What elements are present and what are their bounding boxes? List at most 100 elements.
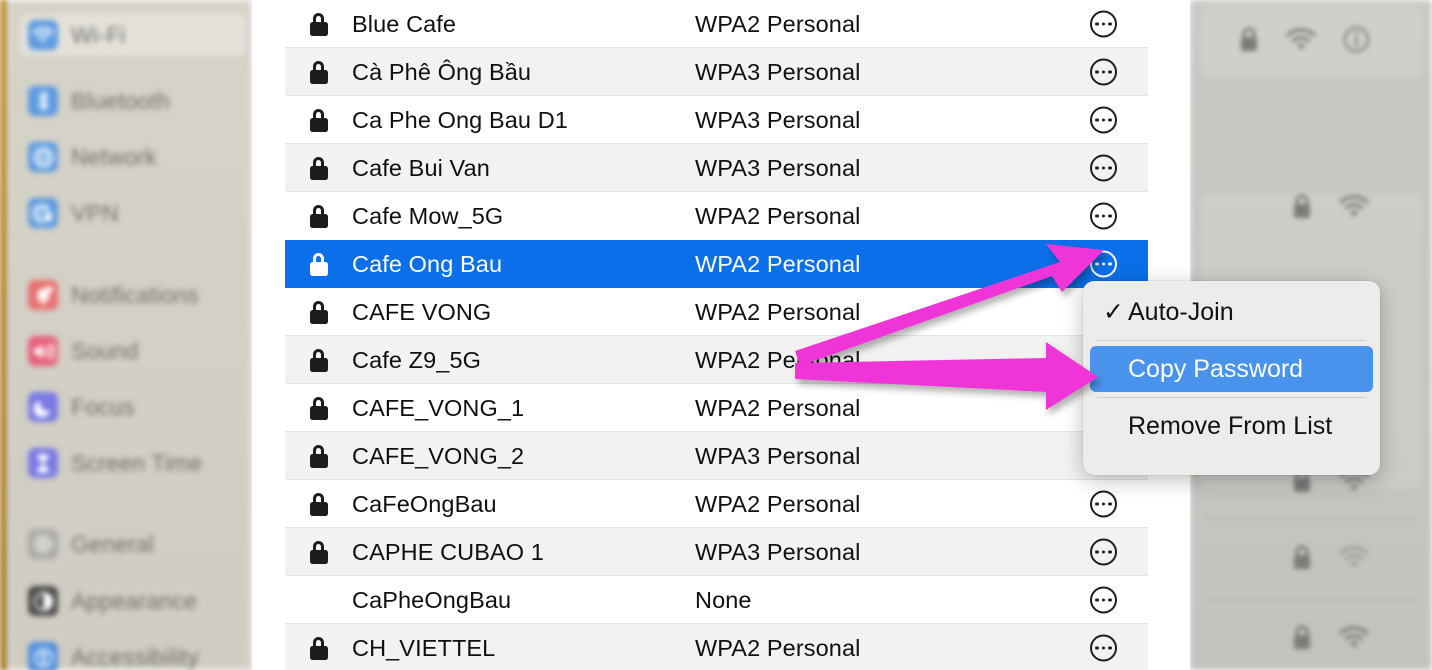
wifi-icon: [1339, 626, 1369, 654]
ellipsis-icon[interactable]: [1090, 10, 1117, 38]
row-more-button[interactable]: [1090, 58, 1117, 86]
network-name: CAFE_VONG_2: [352, 442, 525, 469]
row-more-button[interactable]: [1090, 586, 1117, 614]
menu-item-auto-join[interactable]: ✓ Auto-Join: [1090, 289, 1373, 335]
row-more-button[interactable]: [1090, 202, 1117, 230]
network-security-type: WPA2 Personal: [695, 250, 861, 277]
network-security-cell: WPA3 Personal: [695, 443, 860, 470]
table-row[interactable]: CaPheOngBau None: [285, 576, 1148, 624]
ellipsis-icon[interactable]: [1090, 202, 1117, 230]
network-name: Blue Cafe: [352, 10, 457, 37]
sidebar-item-label: Wi-Fi: [71, 21, 126, 48]
menu-item-label: Auto-Join: [1128, 297, 1234, 326]
settings-sidebar[interactable]: Wi-Fi Bluetooth Network VPN Notifications Sou…: [0, 0, 252, 670]
network-security-type: WPA2 Personal: [695, 346, 861, 373]
ellipsis-icon[interactable]: [1090, 538, 1117, 566]
ellipsis-icon[interactable]: [1090, 106, 1117, 134]
row-more-button[interactable]: [1090, 538, 1117, 566]
lock-icon: [309, 300, 328, 324]
menu-separator: [1097, 397, 1366, 398]
network-security-type: WPA2 Personal: [695, 298, 861, 325]
sidebar-item-screen-time[interactable]: Screen Time: [20, 442, 246, 484]
sidebar-item-focus[interactable]: Focus: [20, 386, 246, 428]
right-row-icons-2: [1292, 194, 1369, 224]
row-more-button[interactable]: [1090, 154, 1117, 182]
right-row-icons-4: [1292, 545, 1369, 575]
sidebar-item-sound[interactable]: Sound: [20, 330, 246, 372]
screenshot-root: Wi-Fi Bluetooth Network VPN Notifications Sou…: [0, 0, 1432, 670]
table-row[interactable]: Cafe Z9_5G WPA2 Personal: [285, 336, 1148, 384]
right-row-icons-1: [1239, 26, 1370, 58]
menu-item-remove-from-list[interactable]: Remove From List: [1090, 403, 1373, 449]
row-more-button[interactable]: [1090, 490, 1117, 518]
network-name: CaPheOngBau: [352, 586, 512, 613]
known-networks-list[interactable]: Blue Cafe WPA2 Personal Cà Phê Ông Bầu WPA3…: [285, 0, 1148, 670]
right-row-icons-5: [1292, 625, 1369, 655]
network-security-lock: [285, 12, 352, 36]
ellipsis-icon[interactable]: [1090, 586, 1117, 614]
network-security-lock: [285, 60, 352, 84]
network-security-cell: WPA2 Personal: [695, 395, 860, 422]
row-more-button[interactable]: [1090, 634, 1117, 662]
network-security-type: WPA3 Personal: [695, 106, 861, 133]
ellipsis-icon[interactable]: [1090, 58, 1117, 86]
network-security-type: WPA3 Personal: [695, 442, 861, 469]
table-row[interactable]: CH_VIETTEL WPA2 Personal: [285, 624, 1148, 670]
network-security-type: WPA3 Personal: [695, 58, 861, 85]
lock-icon: [1239, 27, 1259, 57]
lock-icon: [309, 492, 328, 516]
sidebar-item-notifications[interactable]: Notifications: [20, 274, 246, 316]
sidebar-item-network[interactable]: Network: [20, 136, 246, 178]
table-row[interactable]: Cafe Mow_5G WPA2 Personal: [285, 192, 1148, 240]
sidebar-item-wi-fi[interactable]: Wi-Fi: [20, 14, 246, 56]
lock-icon: [309, 396, 328, 420]
table-row[interactable]: Cafe Ong Bau WPA2 Personal: [285, 240, 1148, 288]
network-security-lock: [285, 348, 352, 372]
network-name: CaFeOngBau: [352, 490, 497, 517]
network-security-type: WPA2 Personal: [695, 490, 861, 517]
row-more-button[interactable]: [1090, 106, 1117, 134]
sidebar-item-appearance[interactable]: Appearance: [20, 580, 246, 622]
table-row[interactable]: CaFeOngBau WPA2 Personal: [285, 480, 1148, 528]
moon-icon: [28, 392, 58, 422]
menu-item-label: Copy Password: [1128, 354, 1304, 383]
accessibility-icon: [28, 642, 58, 670]
sidebar-item-bluetooth[interactable]: Bluetooth: [20, 80, 246, 122]
ellipsis-icon[interactable]: [1090, 154, 1117, 182]
sidebar-item-accessibility[interactable]: Accessibility: [20, 636, 246, 670]
network-name: Cafe Bui Van: [352, 154, 490, 181]
network-security-lock: [285, 156, 352, 180]
sidebar-item-vpn[interactable]: VPN: [20, 192, 246, 234]
lock-icon: [309, 444, 328, 468]
network-security-cell: WPA2 Personal: [695, 635, 860, 662]
table-row[interactable]: CAFE_VONG_2 WPA3 Personal: [285, 432, 1148, 480]
network-security-type: WPA3 Personal: [695, 154, 861, 181]
network-security-lock: [285, 108, 352, 132]
row-more-button[interactable]: [1090, 250, 1117, 278]
ellipsis-icon[interactable]: [1090, 250, 1117, 278]
sidebar-item-label: Sound: [71, 337, 139, 364]
network-security-type: WPA2 Personal: [695, 202, 861, 229]
ellipsis-icon[interactable]: [1090, 490, 1117, 518]
table-row[interactable]: CAFE_VONG_1 WPA2 Personal: [285, 384, 1148, 432]
table-row[interactable]: Ca Phe Ong Bau D1 WPA3 Personal: [285, 96, 1148, 144]
table-row[interactable]: CAPHE CUBAO 1 WPA3 Personal: [285, 528, 1148, 576]
table-row[interactable]: CAFE VONG WPA2 Personal: [285, 288, 1148, 336]
table-row[interactable]: Blue Cafe WPA2 Personal: [285, 0, 1148, 48]
table-row[interactable]: Cafe Bui Van WPA3 Personal: [285, 144, 1148, 192]
sidebar-item-general[interactable]: General: [20, 523, 246, 565]
row-more-button[interactable]: [1090, 10, 1117, 38]
network-security-type: WPA2 Personal: [695, 10, 861, 37]
menu-item-copy-password[interactable]: Copy Password: [1090, 346, 1373, 392]
globe-icon: [28, 142, 58, 172]
network-context-menu[interactable]: ✓ Auto-Join Copy Password Remove From List: [1083, 281, 1380, 475]
table-row[interactable]: Cà Phê Ông Bầu WPA3 Personal: [285, 48, 1148, 96]
network-security-cell: WPA3 Personal: [695, 107, 860, 134]
network-security-cell: WPA2 Personal: [695, 251, 860, 278]
lock-icon: [309, 204, 328, 228]
bluetooth-icon: [28, 86, 58, 116]
ellipsis-icon[interactable]: [1090, 634, 1117, 662]
network-name: Cafe Mow_5G: [352, 202, 504, 229]
sidebar-item-label: VPN: [71, 199, 119, 226]
network-security-cell: WPA2 Personal: [695, 347, 860, 374]
